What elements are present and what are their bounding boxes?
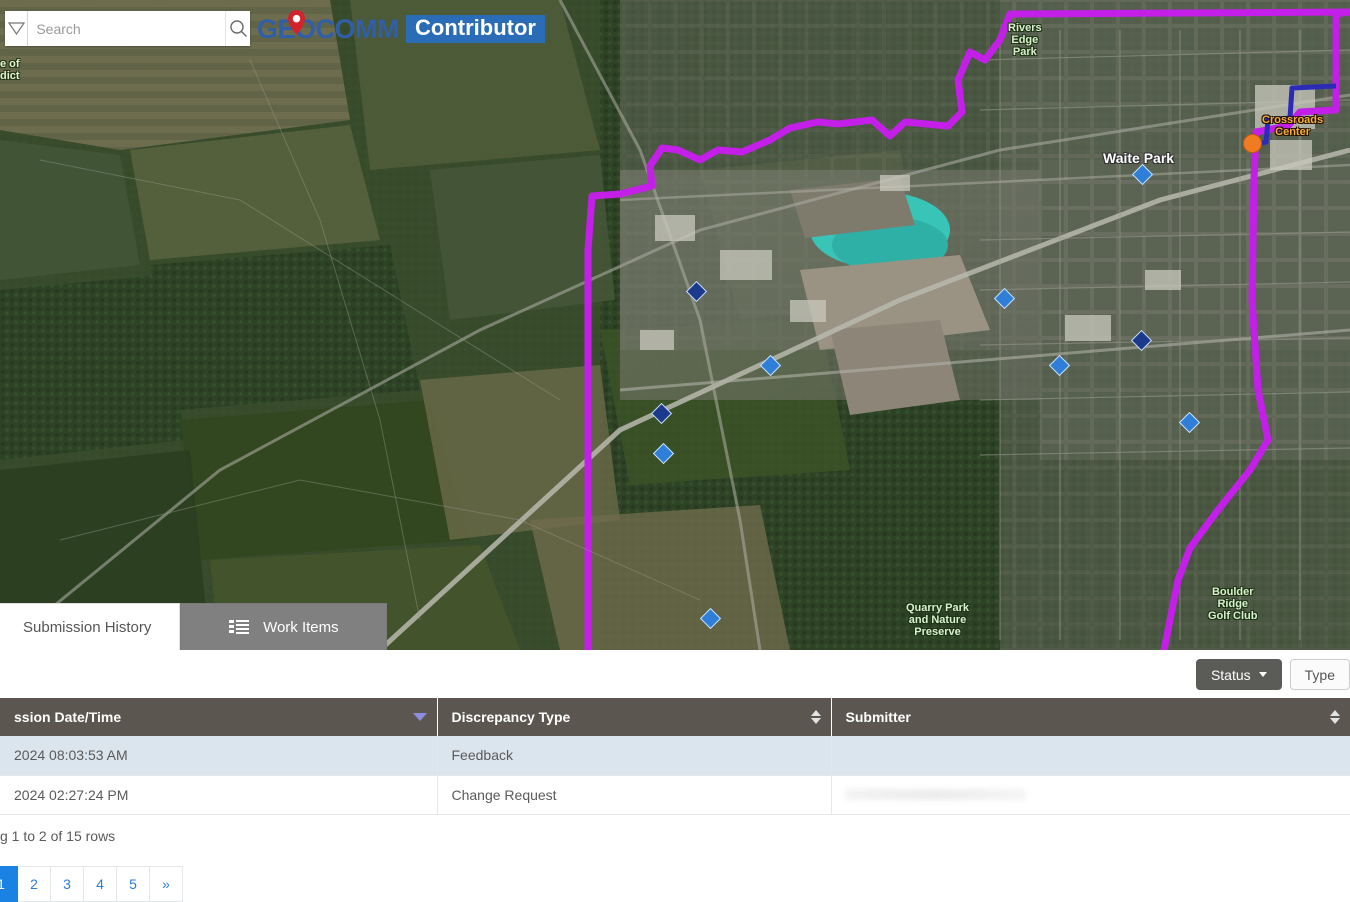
sort-ascending-icon [1329,710,1340,716]
map-satellite-imagery [0,0,1350,650]
table-column-header-label: Submitter [845,709,911,725]
filter-funnel-icon[interactable] [5,11,29,46]
logo-geocomm-text: GEOCOMM [257,13,400,44]
pagination-page-button[interactable]: 2 [18,866,51,902]
logo-contributor-badge: Contributor [406,14,545,44]
table-column-header[interactable]: Discrepancy Type [437,698,832,736]
sort-ascending-icon [810,710,821,716]
table-column-header[interactable]: Submitter [831,698,1350,736]
redacted-value [845,788,1026,800]
map-view[interactable]: GEOCOMM Contributor e of dictRivers Edge… [0,0,1350,650]
search-glyph [229,20,247,37]
table-header-row: ssion Date/Time Discrepancy Type Submitter [0,698,1350,736]
cell-submitter [831,736,1350,776]
pagination-page-button[interactable]: 5 [117,866,150,902]
cell-discrepancy-type: Feedback [437,736,832,776]
tab-work-items[interactable]: Work Items [180,603,388,650]
map-search-bar[interactable] [5,11,250,46]
status-filter-button[interactable]: Status [1195,659,1282,690]
list-icon [229,619,250,635]
pagination[interactable]: 1 2 3 4 5» [0,866,183,902]
work-items-table-wrapper: ssion Date/Time Discrepancy Type Submitter… [0,698,1350,815]
search-input[interactable] [28,20,226,37]
column-sort-icon[interactable] [810,710,821,724]
pagination-page-button[interactable]: 1 [0,866,18,902]
search-icon[interactable] [225,11,250,46]
work-items-toolbar: Status Type [0,650,1350,698]
list-glyph [229,620,250,634]
tab-submission-history-label: Submission History [23,618,152,636]
tab-work-items-label: Work Items [263,618,339,636]
cell-discrepancy-type: Change Request [437,775,832,815]
table-header: ssion Date/Time Discrepancy Type Submitter [0,698,1350,736]
table-row[interactable]: 2024 02:27:24 PM Change Request [0,775,1350,815]
map-selected-marker[interactable] [1243,134,1262,153]
type-filter-button[interactable]: Type [1289,659,1350,690]
contributor-app: GEOCOMM Contributor e of dictRivers Edge… [0,0,1350,902]
sort-descending-icon [1329,718,1340,724]
table-column-header[interactable]: ssion Date/Time [0,698,438,736]
rows-count-info: g 1 to 2 of 15 rows [0,828,116,844]
pagination-page-button[interactable]: 4 [84,866,117,902]
sort-descending-icon [810,718,821,724]
column-sort-icon[interactable] [412,713,427,721]
table-row[interactable]: 2024 08:03:53 AM Feedback [0,736,1350,776]
panel-tabs[interactable]: Submission History Work Items [0,600,388,650]
table-body: 2024 08:03:53 AM Feedback 2024 02:27:24 PM… [0,736,1350,815]
status-filter-label: Status [1210,666,1251,683]
filter-button-group: Status Type [1195,659,1350,690]
chevron-down-icon [1258,672,1267,677]
cell-submission-date-time: 2024 08:03:53 AM [0,736,438,776]
work-items-table: ssion Date/Time Discrepancy Type Submitter… [0,698,1350,815]
table-column-header-label: ssion Date/Time [14,709,122,725]
pagination-page-button[interactable]: » [150,866,183,902]
column-sort-icon[interactable] [1329,710,1340,724]
cell-submission-date-time: 2024 02:27:24 PM [0,775,438,815]
table-column-header-label: Discrepancy Type [451,709,571,725]
pagination-page-button[interactable]: 3 [51,866,84,902]
filter-funnel-glyph [7,22,25,35]
sort-descending-icon [412,713,427,721]
type-filter-label: Type [1304,666,1335,683]
tab-submission-history[interactable]: Submission History [0,603,181,650]
app-logo[interactable]: GEOCOMM Contributor [257,10,545,44]
location-pin-icon [288,10,305,35]
cell-submitter [831,775,1350,815]
